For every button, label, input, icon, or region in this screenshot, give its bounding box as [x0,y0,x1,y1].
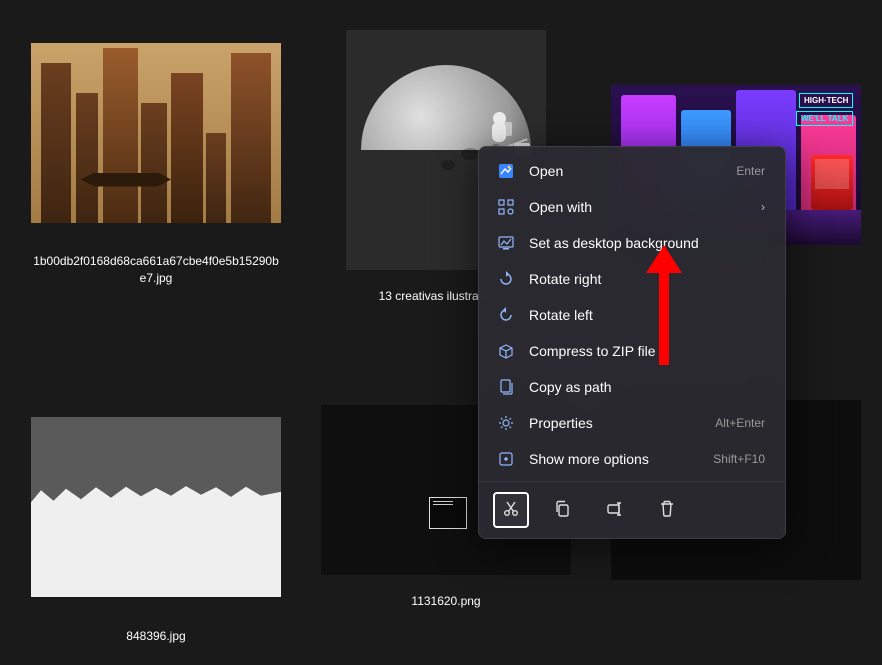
menu-item-open-with[interactable]: Open with › [483,189,781,225]
menu-item-open[interactable]: Open Enter [483,153,781,189]
context-menu: Open Enter Open with › Set as desktop backgr… [478,146,786,539]
properties-icon [497,414,515,432]
open-with-icon [497,198,515,216]
rename-icon [606,500,624,521]
rotate-left-icon [497,306,515,324]
file-name: 848396.jpg [126,628,185,645]
neon-sign-text: WE'LL TALK [796,111,853,126]
neon-sign-text: HIGH·TECH [799,93,853,108]
thumbnail-image [31,43,281,223]
menu-item-label: Show more options [529,451,699,467]
menu-item-compress-to-zip-file[interactable]: Compress to ZIP file [483,333,781,369]
zip-icon [497,342,515,360]
menu-item-properties[interactable]: Properties Alt+Enter [483,405,781,441]
file-name: 1b00db2f0168d68ca661a67cbe4f0e5b15290be7… [31,253,281,287]
delete-icon [658,500,676,521]
menu-item-label: Properties [529,415,701,431]
menu-item-set-as-desktop-background[interactable]: Set as desktop background [483,225,781,261]
menu-item-shortcut: Shift+F10 [713,452,765,466]
copy-action[interactable] [545,492,581,528]
file-tile[interactable]: 848396.jpg [16,395,296,645]
menu-item-shortcut: Alt+Enter [715,416,765,430]
thumbnail [31,395,281,620]
cut-action[interactable] [493,492,529,528]
wallpaper-icon [497,234,515,252]
menu-item-label: Open [529,163,722,179]
menu-item-label: Set as desktop background [529,235,765,251]
menu-item-rotate-left[interactable]: Rotate left [483,297,781,333]
more-icon [497,450,515,468]
rename-action[interactable] [597,492,633,528]
context-menu-action-bar [479,481,785,538]
file-tile[interactable]: 1b00db2f0168d68ca661a67cbe4f0e5b15290be7… [16,20,296,305]
menu-item-label: Rotate left [529,307,765,323]
menu-item-shortcut: Enter [736,164,765,178]
delete-action[interactable] [649,492,685,528]
menu-item-rotate-right[interactable]: Rotate right [483,261,781,297]
menu-item-label: Open with [529,199,747,215]
open-icon [497,162,515,180]
menu-item-copy-as-path[interactable]: Copy as path [483,369,781,405]
copy-icon [554,500,572,521]
copy-path-icon [497,378,515,396]
file-name: 1131620.png [411,593,480,610]
thumbnail [31,20,281,245]
chevron-right-icon: › [761,200,765,214]
thumbnail-image [31,417,281,597]
menu-item-label: Rotate right [529,271,765,287]
menu-item-label: Compress to ZIP file [529,343,765,359]
menu-item-show-more-options[interactable]: Show more options Shift+F10 [483,441,781,477]
menu-item-label: Copy as path [529,379,765,395]
cut-icon [502,500,520,521]
rotate-right-icon [497,270,515,288]
